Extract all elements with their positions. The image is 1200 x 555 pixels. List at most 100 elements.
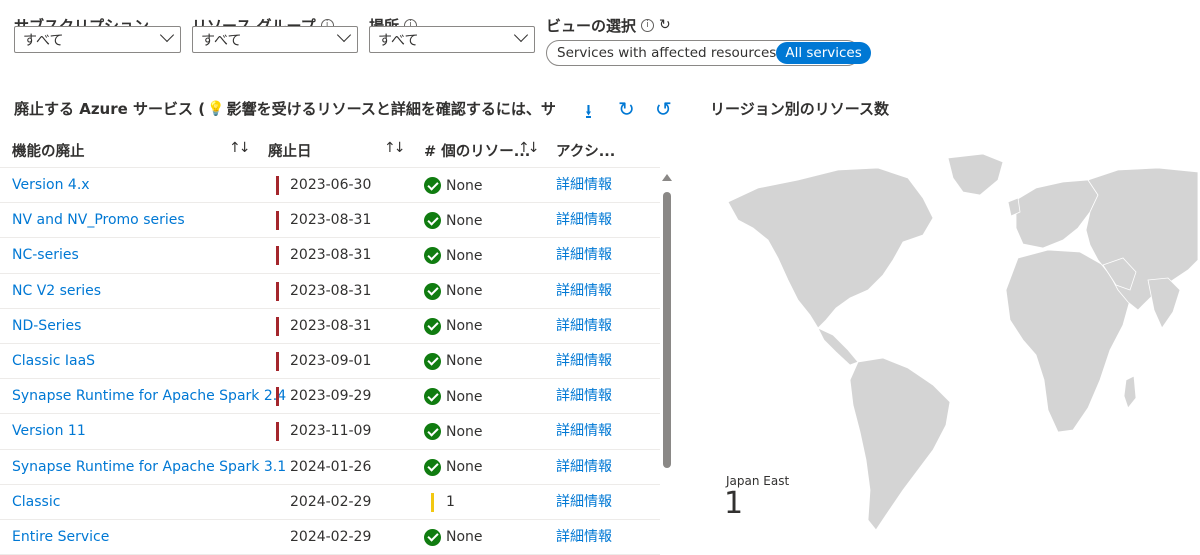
column-header-date[interactable]: 廃止日	[268, 140, 312, 161]
world-map	[727, 153, 1198, 531]
details-link[interactable]: 詳細情報	[556, 280, 612, 300]
resource-status: None	[424, 177, 483, 194]
feature-link[interactable]: Version 4.x	[12, 177, 90, 193]
check-circle-icon	[424, 423, 441, 441]
feature-link[interactable]: Classic	[12, 494, 60, 510]
resource-status: None	[424, 247, 483, 265]
feature-link[interactable]: Entire Service	[12, 529, 109, 545]
retirement-date: 2023-11-09	[290, 423, 372, 440]
column-header-resources[interactable]: # 個のリソー...	[424, 140, 530, 161]
subscription-dropdown[interactable]: すべて	[14, 26, 181, 53]
feature-link[interactable]: NC-series	[12, 247, 79, 263]
table-row[interactable]: NC-series 2023-08-31 None 詳細情報	[0, 238, 660, 274]
check-circle-icon	[424, 388, 441, 406]
table-row[interactable]: Synapse Runtime for Apache Spark 2.4 2023…	[0, 379, 660, 415]
check-circle-icon	[424, 212, 441, 230]
location-dropdown[interactable]: すべて	[369, 26, 535, 53]
resource-status-text: None	[446, 459, 483, 475]
table-row[interactable]: NC V2 series 2023-08-31 None 詳細情報	[0, 274, 660, 309]
feature-link[interactable]: Version 11	[12, 423, 86, 439]
view-label: ビューの選択	[546, 16, 637, 35]
feature-link[interactable]: Classic IaaS	[12, 353, 95, 369]
resource-status: None	[424, 423, 483, 441]
details-link[interactable]: 詳細情報	[556, 385, 612, 405]
retirement-date: 2023-09-29	[290, 388, 372, 405]
refresh-icon[interactable]: ↻	[659, 17, 671, 33]
download-icon[interactable]: ⭳	[585, 97, 592, 131]
details-link[interactable]: 詳細情報	[556, 244, 612, 264]
severity-indicator	[276, 316, 279, 336]
feature-link[interactable]: Synapse Runtime for Apache Spark 3.1	[12, 459, 286, 475]
retirement-date: 2023-08-31	[290, 282, 372, 299]
severity-indicator	[276, 246, 279, 266]
subscription-value: すべて	[23, 33, 64, 49]
chevron-down-icon	[516, 33, 526, 43]
details-link[interactable]: 詳細情報	[556, 491, 612, 511]
details-link[interactable]: 詳細情報	[556, 174, 612, 194]
feature-link[interactable]: NC V2 series	[12, 283, 101, 299]
check-circle-icon	[424, 177, 441, 194]
resource-status-text: None	[446, 247, 483, 264]
resource-group-dropdown[interactable]: すべて	[192, 26, 358, 53]
details-link[interactable]: 詳細情報	[556, 209, 612, 229]
resource-status-text: None	[446, 212, 483, 229]
scrollbar-thumb[interactable]	[663, 192, 671, 468]
table-row[interactable]: ND-Series 2023-08-31 None 詳細情報	[0, 309, 660, 344]
column-header-actions[interactable]: アクシ...	[556, 140, 615, 161]
resource-status: None	[424, 352, 483, 370]
table-row[interactable]: Synapse Runtime for Apache Spark 3.1 2024…	[0, 450, 660, 485]
retirement-date: 2023-08-31	[290, 247, 372, 264]
details-link[interactable]: 詳細情報	[556, 456, 612, 476]
sort-icon[interactable]: ↑↓	[229, 140, 251, 156]
retirement-date: 2023-08-31	[290, 317, 372, 334]
severity-indicator	[276, 422, 279, 442]
table-row[interactable]: Version 11 2023-11-09 None 詳細情報	[0, 414, 660, 450]
info-icon[interactable]: i	[641, 18, 655, 32]
severity-indicator	[276, 351, 279, 371]
check-circle-icon	[424, 352, 441, 370]
table-row[interactable]: Entire Service 2024-02-29 None 詳細情報	[0, 520, 660, 555]
refresh-icon[interactable]: ↻	[618, 97, 635, 121]
scroll-up-arrow[interactable]	[662, 174, 672, 181]
table-row[interactable]: Classic IaaS 2023-09-01 None 詳細情報	[0, 344, 660, 380]
view-option-all[interactable]: All services	[776, 42, 871, 64]
details-link[interactable]: 詳細情報	[556, 315, 612, 335]
view-option-affected[interactable]: Services with affected resources	[557, 45, 776, 61]
severity-indicator	[276, 281, 279, 301]
resource-status-text: None	[446, 529, 483, 546]
undo-icon[interactable]: ↺	[655, 97, 672, 121]
resource-count: 1	[446, 493, 455, 510]
severity-indicator	[276, 176, 279, 195]
column-header-feature[interactable]: 機能の廃止	[12, 140, 85, 161]
view-toggle[interactable]: Services with affected resources All ser…	[546, 40, 871, 66]
resource-status: None	[424, 458, 483, 476]
resource-status-text: None	[446, 423, 483, 440]
details-link[interactable]: 詳細情報	[556, 526, 612, 546]
details-link[interactable]: 詳細情報	[556, 350, 612, 370]
view-filter: ビューの選択 i ↻ Services with affected resour…	[546, 14, 871, 74]
feature-link[interactable]: Synapse Runtime for Apache Spark 2.4	[12, 388, 286, 404]
details-link[interactable]: 詳細情報	[556, 420, 612, 440]
location-value: すべて	[378, 33, 419, 49]
lightbulb-icon: 💡	[207, 100, 225, 117]
table-row[interactable]: Version 4.x 2023-06-30 None 詳細情報	[0, 168, 660, 204]
table-row[interactable]: Classic 2024-02-29 1 詳細情報	[0, 485, 660, 520]
check-circle-icon	[424, 528, 441, 546]
check-circle-icon	[424, 282, 441, 300]
feature-link[interactable]: ND-Series	[12, 318, 81, 334]
retirement-date: 2024-01-26	[290, 458, 372, 475]
chevron-down-icon	[162, 33, 172, 43]
resource-status: None	[424, 388, 483, 406]
severity-indicator	[276, 211, 279, 231]
resource-status-text: None	[446, 353, 483, 370]
sort-icon[interactable]: ↑↓	[384, 140, 406, 156]
resource-status-text: None	[446, 318, 483, 335]
table-row[interactable]: NV and NV_Promo series 2023-08-31 None 詳細情報	[0, 203, 660, 239]
resource-status-text: None	[446, 177, 483, 194]
retirement-date: 2023-06-30	[290, 177, 372, 193]
chevron-down-icon	[339, 33, 349, 43]
severity-indicator	[276, 387, 279, 407]
retirement-date: 2023-08-31	[290, 212, 372, 229]
sort-icon[interactable]: ↑↓	[518, 140, 540, 156]
feature-link[interactable]: NV and NV_Promo series	[12, 212, 185, 228]
